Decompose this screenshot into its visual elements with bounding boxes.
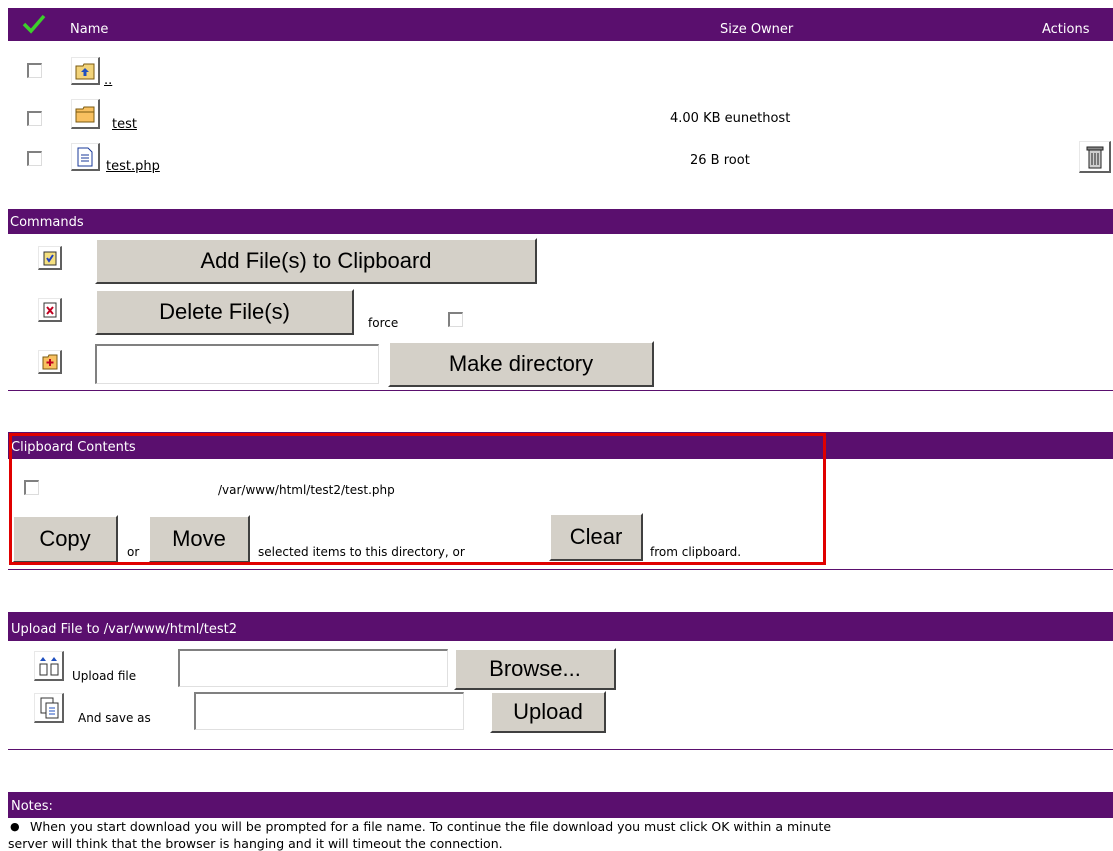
file-size-owner: 26 B root: [690, 153, 750, 168]
move-button[interactable]: Move: [148, 515, 250, 563]
directory-name-input[interactable]: [95, 344, 379, 384]
upload-file-input[interactable]: [178, 649, 448, 687]
save-as-input[interactable]: [194, 692, 464, 730]
file-checkbox[interactable]: [27, 151, 42, 166]
clipboard-item-path: /var/www/html/test2/test.php: [218, 483, 395, 497]
commands-header: Commands: [8, 209, 1113, 234]
notes-header: Notes:: [8, 792, 1113, 818]
notes-panel: ● When you start download you will be pr…: [8, 818, 1113, 851]
force-checkbox[interactable]: [448, 312, 463, 327]
upload-button[interactable]: Upload: [490, 691, 606, 733]
save-as-label: And save as: [78, 711, 151, 725]
file-size-owner: 4.00 KB eunethost: [670, 111, 791, 126]
clipboard-instruction-end: from clipboard.: [650, 545, 742, 559]
select-all-check-icon[interactable]: [22, 14, 46, 38]
column-name[interactable]: Name: [70, 22, 108, 37]
upload-title: Upload File to /var/www/html/test2: [11, 622, 238, 637]
force-label: force: [368, 316, 399, 330]
file-checkbox[interactable]: [27, 63, 42, 78]
trash-icon[interactable]: [1079, 141, 1111, 173]
folder-icon[interactable]: [71, 99, 100, 129]
note-line-1: When you start download you will be prom…: [30, 819, 832, 834]
column-actions: Actions: [1042, 22, 1090, 37]
folder-up-icon[interactable]: [71, 57, 100, 85]
file-icon[interactable]: [71, 143, 100, 171]
file-checkbox[interactable]: [27, 111, 42, 126]
clear-button[interactable]: Clear: [549, 513, 643, 561]
commands-title: Commands: [10, 215, 84, 230]
or-text: or: [127, 545, 140, 559]
copy-button[interactable]: Copy: [12, 515, 118, 563]
add-to-clipboard-button[interactable]: Add File(s) to Clipboard: [95, 238, 537, 284]
upload-header: Upload File to /var/www/html/test2: [8, 612, 1113, 641]
file-link[interactable]: ..: [104, 73, 112, 88]
browse-button[interactable]: Browse...: [454, 648, 616, 690]
clipboard-title: Clipboard Contents: [11, 440, 136, 455]
upload-panel: Upload file Browse... And save as Upload: [8, 641, 1113, 750]
clipboard-instruction: selected items to this directory, or: [258, 545, 465, 559]
clipboard-add-icon: [38, 246, 62, 270]
file-link[interactable]: test.php: [106, 159, 160, 174]
delete-file-icon: [38, 298, 62, 322]
clipboard-panel: /var/www/html/test2/test.php Copy or Mov…: [8, 459, 1113, 570]
upload-icon: [34, 651, 64, 681]
file-list-header: Name Size Owner Actions: [8, 8, 1113, 41]
make-directory-button[interactable]: Make directory: [388, 341, 654, 387]
delete-files-button[interactable]: Delete File(s): [95, 289, 354, 335]
commands-panel: Add File(s) to Clipboard Delete File(s) …: [8, 234, 1113, 391]
new-folder-icon: [38, 350, 62, 374]
column-size-owner: Size Owner: [720, 22, 794, 37]
save-as-icon: [34, 693, 64, 723]
file-list: .. test 4.00 KB eunethost test.php 26 B …: [8, 41, 1113, 209]
note-bullet: ●: [10, 820, 20, 833]
notes-title: Notes:: [11, 799, 53, 814]
note-line-2: server will think that the browser is ha…: [8, 836, 503, 851]
clipboard-item-checkbox[interactable]: [24, 480, 39, 495]
file-link[interactable]: test: [112, 117, 137, 132]
clipboard-header: Clipboard Contents: [8, 432, 1113, 459]
upload-file-label: Upload file: [72, 669, 137, 683]
